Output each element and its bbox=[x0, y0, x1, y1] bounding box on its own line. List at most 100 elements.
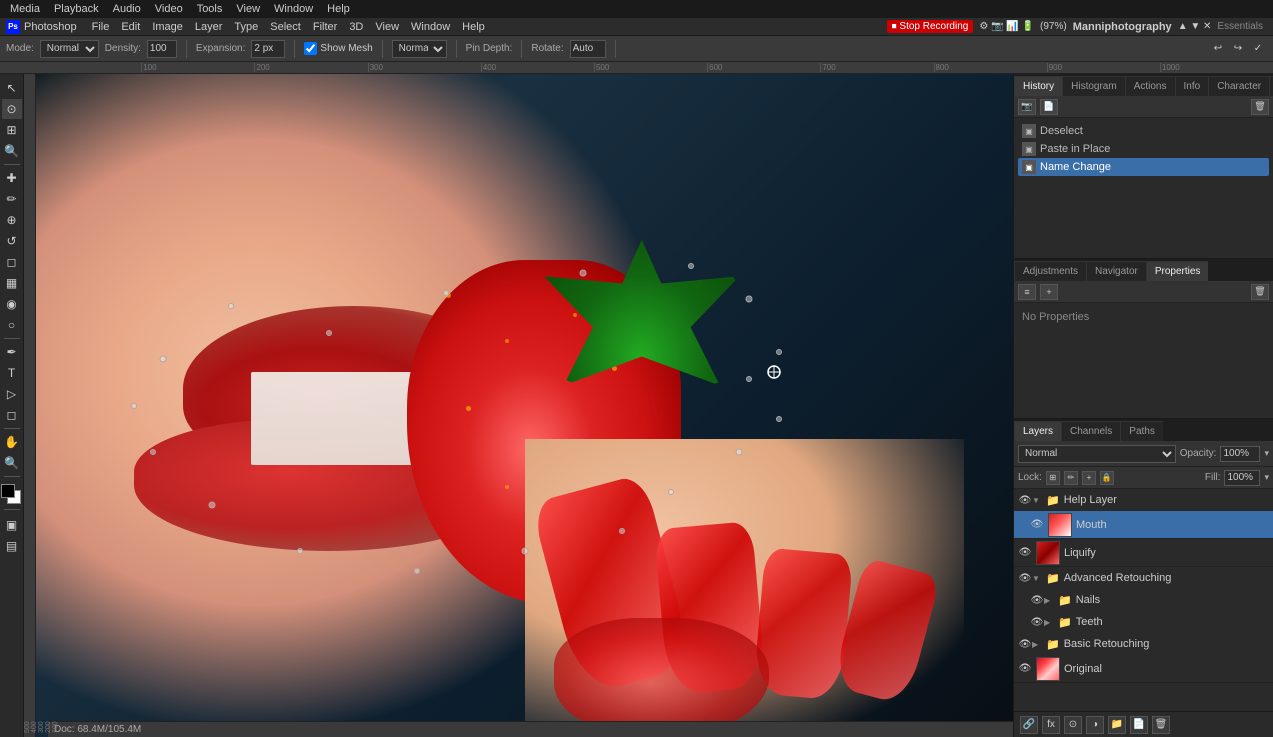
menu-layer[interactable]: Layer bbox=[190, 18, 228, 36]
expansion-input[interactable] bbox=[251, 40, 285, 58]
blend-mode-select[interactable]: Normal bbox=[1018, 445, 1176, 463]
gradient-tool[interactable]: ▦ bbox=[2, 273, 22, 293]
tab-channels[interactable]: Channels bbox=[1061, 421, 1120, 441]
history-brush-tool[interactable]: ↺ bbox=[2, 231, 22, 251]
history-new-doc-btn[interactable]: 📄 bbox=[1040, 99, 1058, 115]
advanced-arrow[interactable]: ▼ bbox=[1032, 574, 1044, 583]
history-snapshot-btn[interactable]: 📷 bbox=[1018, 99, 1036, 115]
brush-tool[interactable]: ✏ bbox=[2, 189, 22, 209]
eye-original[interactable]: 👁 bbox=[1018, 662, 1032, 676]
color-swatches[interactable] bbox=[1, 484, 23, 506]
menu-file[interactable]: File bbox=[87, 18, 115, 36]
layer-group-basic[interactable]: 👁 ▶ 📁 Basic Retouching bbox=[1014, 633, 1273, 655]
lasso-tool[interactable]: ⊙ bbox=[2, 99, 22, 119]
tab-adjustments[interactable]: Adjustments bbox=[1014, 261, 1086, 281]
menu-audio[interactable]: Audio bbox=[107, 0, 147, 18]
lock-image-btn[interactable]: ✏ bbox=[1064, 471, 1078, 485]
menu-window-ps[interactable]: Window bbox=[406, 18, 455, 36]
zoom-tool[interactable]: 🔍 bbox=[2, 453, 22, 473]
eye-nails[interactable]: 👁 bbox=[1030, 593, 1044, 607]
help-arrow[interactable]: ▼ bbox=[1032, 496, 1044, 505]
eye-mouth[interactable]: 👁 bbox=[1030, 518, 1044, 532]
eraser-tool[interactable]: ◻ bbox=[2, 252, 22, 272]
ok-btn[interactable]: ✓ bbox=[1249, 40, 1267, 58]
eye-basic[interactable]: 👁 bbox=[1018, 637, 1032, 651]
tab-character[interactable]: Character bbox=[1208, 76, 1269, 96]
density-input[interactable] bbox=[147, 40, 177, 58]
menu-help[interactable]: Help bbox=[321, 0, 356, 18]
blur-tool[interactable]: ◉ bbox=[2, 294, 22, 314]
rotate-input[interactable] bbox=[570, 40, 606, 58]
foreground-color[interactable] bbox=[1, 484, 15, 498]
tab-info[interactable]: Info bbox=[1175, 76, 1209, 96]
healing-tool[interactable]: ✚ bbox=[2, 168, 22, 188]
history-item-deselect[interactable]: ▣ Deselect bbox=[1018, 122, 1269, 140]
crop-tool[interactable]: ⊞ bbox=[2, 120, 22, 140]
eye-advanced[interactable]: 👁 bbox=[1018, 571, 1032, 585]
history-delete-btn[interactable]: 🗑 bbox=[1251, 99, 1269, 115]
properties-btn-3[interactable]: 🗑 bbox=[1251, 284, 1269, 300]
menu-playback[interactable]: Playback bbox=[48, 0, 105, 18]
adjustment-layer-btn[interactable]: ◑ bbox=[1086, 716, 1104, 734]
undo-btn[interactable]: ↩ bbox=[1209, 40, 1227, 58]
tab-layers[interactable]: Layers bbox=[1014, 421, 1061, 441]
eye-help[interactable]: 👁 bbox=[1018, 493, 1032, 507]
tab-actions[interactable]: Actions bbox=[1125, 76, 1175, 96]
tab-paragraph[interactable]: Paragraph bbox=[1269, 76, 1273, 96]
lock-all-btn[interactable]: 🔒 bbox=[1100, 471, 1114, 485]
shape-tool[interactable]: ◻ bbox=[2, 405, 22, 425]
tab-histogram[interactable]: Histogram bbox=[1062, 76, 1125, 96]
new-group-btn[interactable]: 📁 bbox=[1108, 716, 1126, 734]
normal-select[interactable]: Normal bbox=[392, 40, 447, 58]
menu-select[interactable]: Select bbox=[265, 18, 306, 36]
lock-transparent-btn[interactable]: ⊞ bbox=[1046, 471, 1060, 485]
tab-history[interactable]: History bbox=[1014, 76, 1062, 96]
eye-liquify[interactable]: 👁 bbox=[1018, 546, 1032, 560]
layer-style-btn[interactable]: fx bbox=[1042, 716, 1060, 734]
menu-help-ps[interactable]: Help bbox=[457, 18, 490, 36]
layer-liquify[interactable]: 👁 Liquify bbox=[1014, 539, 1273, 567]
menu-image[interactable]: Image bbox=[147, 18, 188, 36]
redo-btn[interactable]: ↪ bbox=[1229, 40, 1247, 58]
menu-media[interactable]: Media bbox=[4, 0, 46, 18]
tab-properties[interactable]: Properties bbox=[1146, 261, 1209, 281]
history-item-name-change[interactable]: ▣ Name Change bbox=[1018, 158, 1269, 176]
quick-mask-btn[interactable]: ▣ bbox=[2, 515, 22, 535]
hand-tool[interactable]: ✋ bbox=[2, 432, 22, 452]
text-tool[interactable]: T bbox=[2, 363, 22, 383]
delete-layer-btn[interactable]: 🗑 bbox=[1152, 716, 1170, 734]
dodge-tool[interactable]: ○ bbox=[2, 315, 22, 335]
canvas-area[interactable]: 100 200 300 400 500 Lasse bbox=[24, 74, 1013, 737]
menu-video[interactable]: Video bbox=[149, 0, 189, 18]
pen-tool[interactable]: ✒ bbox=[2, 342, 22, 362]
new-layer-btn[interactable]: 📄 bbox=[1130, 716, 1148, 734]
link-layers-btn[interactable]: 🔗 bbox=[1020, 716, 1038, 734]
menu-view[interactable]: View bbox=[230, 0, 266, 18]
layer-group-teeth[interactable]: 👁 ▶ 📁 Teeth bbox=[1014, 611, 1273, 633]
eye-teeth[interactable]: 👁 bbox=[1030, 615, 1044, 629]
menu-type[interactable]: Type bbox=[229, 18, 263, 36]
layer-group-advanced[interactable]: 👁 ▼ 📁 Advanced Retouching bbox=[1014, 567, 1273, 589]
menu-tools[interactable]: Tools bbox=[191, 0, 229, 18]
menu-view-ps[interactable]: View bbox=[370, 18, 404, 36]
opacity-input[interactable] bbox=[1220, 446, 1260, 462]
path-selection-tool[interactable]: ▷ bbox=[2, 384, 22, 404]
canvas-content[interactable]: Lasse bbox=[36, 74, 1013, 737]
menu-window[interactable]: Window bbox=[268, 0, 319, 18]
show-mesh-checkbox[interactable] bbox=[304, 42, 317, 55]
layer-mouth[interactable]: 👁 Mouth bbox=[1014, 511, 1273, 539]
stop-recording-button[interactable]: ⏹ Stop Recording bbox=[887, 20, 974, 33]
basic-arrow[interactable]: ▶ bbox=[1032, 640, 1044, 649]
teeth-arrow[interactable]: ▶ bbox=[1044, 618, 1056, 627]
layer-mask-btn[interactable]: ⊙ bbox=[1064, 716, 1082, 734]
menu-edit[interactable]: Edit bbox=[116, 18, 145, 36]
layer-group-nails[interactable]: 👁 ▶ 📁 Nails bbox=[1014, 589, 1273, 611]
move-tool[interactable]: ↖ bbox=[2, 78, 22, 98]
eyedropper-tool[interactable]: 🔍 bbox=[2, 141, 22, 161]
menu-3d[interactable]: 3D bbox=[344, 18, 368, 36]
properties-btn-1[interactable]: ≡ bbox=[1018, 284, 1036, 300]
lock-position-btn[interactable]: + bbox=[1082, 471, 1096, 485]
nails-arrow[interactable]: ▶ bbox=[1044, 596, 1056, 605]
properties-btn-2[interactable]: + bbox=[1040, 284, 1058, 300]
layer-group-help[interactable]: 👁 ▼ 📁 Help Layer bbox=[1014, 489, 1273, 511]
